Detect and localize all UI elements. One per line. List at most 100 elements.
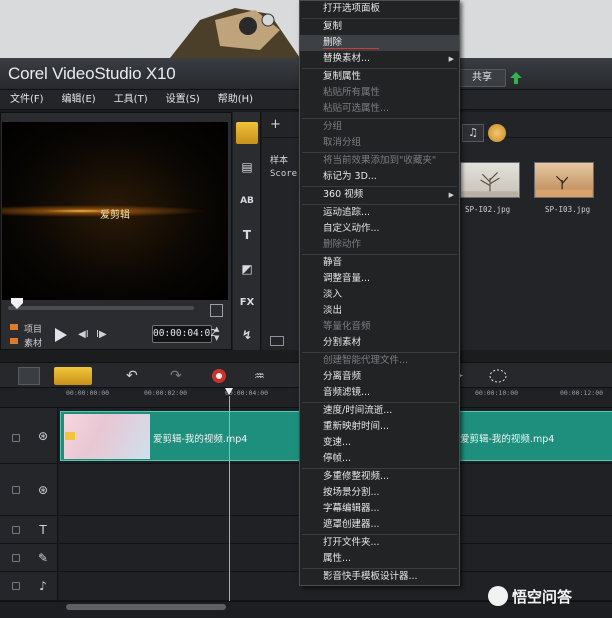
context-menu-item-label: 影音快手模板设计器... [323,571,418,582]
context-menu-item[interactable]: 复制属性 [300,69,459,85]
context-menu-item[interactable]: 影音快手模板设计器... [300,569,459,585]
overlay-track-header: ⊛ [0,464,58,516]
redo-icon[interactable]: ↷ [170,367,186,385]
library-folder-sample[interactable]: 样本 [270,153,288,166]
context-menu-item[interactable]: 360 视频 ▶ [300,187,459,203]
context-menu-item[interactable]: 复制 [300,19,459,35]
scrub-handle-icon[interactable] [10,298,24,310]
sound-mixer-icon[interactable]: ♒ [254,367,270,385]
library-options-icon[interactable] [270,336,284,346]
playhead-marker-icon[interactable] [225,388,233,396]
video-clip[interactable]: 爱剪辑-我的视频.mp4 [60,411,300,461]
music-filter-icon[interactable]: ♫ [462,124,484,142]
trim-mark-icon[interactable] [210,304,223,317]
horizontal-scrollbar-thumb[interactable] [66,604,226,610]
tab-transition-icon[interactable]: AB [236,190,258,212]
context-menu-item[interactable]: 打开文件夹... [300,535,459,551]
music-note-icon[interactable]: ♪ [34,577,52,595]
preview-screen[interactable]: 爱剪辑 [2,122,228,300]
context-menu-item[interactable]: 打开选项面板 [300,1,459,17]
play-icon[interactable] [54,327,68,343]
add-folder-button[interactable]: + [270,117,281,132]
tab-graphics-icon[interactable]: ◩ [236,258,258,280]
context-menu-item-label: 替换素材... [323,53,371,64]
playhead-line[interactable] [229,396,230,606]
context-menu-item[interactable]: 停帧... [300,451,459,467]
menu-settings[interactable]: 设置(S) [156,90,208,109]
context-menu-item[interactable]: 字幕编辑器... [300,501,459,517]
clip-thumbnail [64,414,150,459]
context-menu-item-label: 360 视频 [323,189,364,200]
menu-help[interactable]: 帮助(H) [208,90,261,109]
timeline-view-icon[interactable] [54,367,92,385]
context-menu-item[interactable]: 运动追踪... [300,205,459,221]
context-menu-item[interactable]: 速度/时间流逝... [300,403,459,419]
library-folder-score[interactable]: Score [270,169,297,179]
context-menu: 打开选项面板 复制 删除 替换素材... ▶ 复制属性 粘贴所有属性 粘贴可选属性... 分组取… [299,0,460,586]
context-menu-item[interactable]: 调整音量... [300,271,459,287]
video-clip[interactable]: 爱剪辑-我的视频.mp4 [460,411,612,461]
tab-instant-project-icon[interactable]: ▤ [236,156,258,178]
previous-frame-button[interactable]: ◀I [78,329,89,340]
title-track-icon[interactable]: T [34,521,52,539]
track-visibility-icon[interactable] [12,434,20,442]
gallery-filter-icon[interactable] [488,124,506,142]
context-menu-item[interactable]: 分离音频 [300,369,459,385]
context-menu-item-label: 淡入 [323,289,343,300]
context-menu-item-label: 分离音频 [323,371,362,382]
context-menu-item[interactable]: 分割素材 [300,335,459,351]
context-menu-item[interactable]: 淡入 [300,287,459,303]
record-capture-icon[interactable] [210,367,228,385]
context-menu-item[interactable]: 自定义动作... [300,221,459,237]
context-menu-item[interactable]: 静音 [300,255,459,271]
mode-clip[interactable]: 素材 [24,336,42,349]
tab-share[interactable]: 共享 [458,69,506,87]
context-menu-item: 粘贴可选属性... [300,101,459,117]
desert-tree-image-icon [535,175,593,197]
clip-label: 爱剪辑-我的视频.mp4 [460,434,555,445]
undo-icon[interactable]: ↶ [126,367,142,385]
context-menu-item[interactable]: 多重修整视频... [300,469,459,485]
menu-file[interactable]: 文件(F) [0,90,52,109]
storyboard-view-icon[interactable] [18,367,40,385]
tab-title-icon[interactable]: T [236,224,258,246]
context-menu-item[interactable]: 替换素材... ▶ [300,51,459,67]
timecode-display[interactable]: 00:00:04:02 [152,325,216,343]
track-visibility-icon[interactable] [12,554,20,562]
context-menu-item[interactable]: 音频滤镜... [300,385,459,401]
track-visibility-icon[interactable] [12,486,20,494]
context-menu-item-label: 粘贴所有属性 [323,87,381,98]
context-menu-item[interactable]: 属性... [300,551,459,567]
media-thumbnail[interactable] [534,162,594,198]
track-visibility-icon[interactable] [12,582,20,590]
media-thumbnail[interactable] [460,162,520,198]
context-menu-item[interactable]: 按场景分割... [300,485,459,501]
microphone-icon[interactable]: ✎ [34,549,52,567]
scrub-bar[interactable] [8,306,194,310]
watermark-logo-icon [488,586,508,606]
tab-path-icon[interactable]: ↯ [236,324,258,346]
context-menu-item[interactable]: 淡出 [300,303,459,319]
track-visibility-icon[interactable] [12,526,20,534]
context-menu-item-label: 速度/时间流逝... [323,405,393,416]
context-menu-item-label: 打开文件夹... [323,537,380,548]
tab-media-icon[interactable] [236,122,258,144]
context-menu-item[interactable]: 重新映射时间... [300,419,459,435]
menu-edit[interactable]: 编辑(E) [52,90,104,109]
thumbnail-label: SP-I02.jpg [465,205,511,214]
mode-project[interactable]: 项目 [24,322,42,335]
music-track-header: ♪ [0,572,58,601]
context-menu-item[interactable]: 变速... [300,435,459,451]
context-menu-item[interactable]: 遮罩创建器... [300,517,459,533]
context-menu-item[interactable]: 标记为 3D... [300,169,459,185]
submenu-arrow-icon: ▶ [448,191,454,199]
timecode-spinner-icon[interactable]: ▲ ▼ [214,325,223,343]
next-frame-button[interactable]: I▶ [96,329,107,340]
tab-fx-icon[interactable]: FX [236,292,258,314]
upload-arrow-icon[interactable] [509,71,523,85]
film-reel-icon[interactable]: ⊛ [34,427,52,445]
context-menu-item-label: 自定义动作... [323,223,380,234]
film-reel-icon[interactable]: ⊛ [34,481,52,499]
menu-tools[interactable]: 工具(T) [104,90,156,109]
mask-creator-icon[interactable] [488,367,508,385]
